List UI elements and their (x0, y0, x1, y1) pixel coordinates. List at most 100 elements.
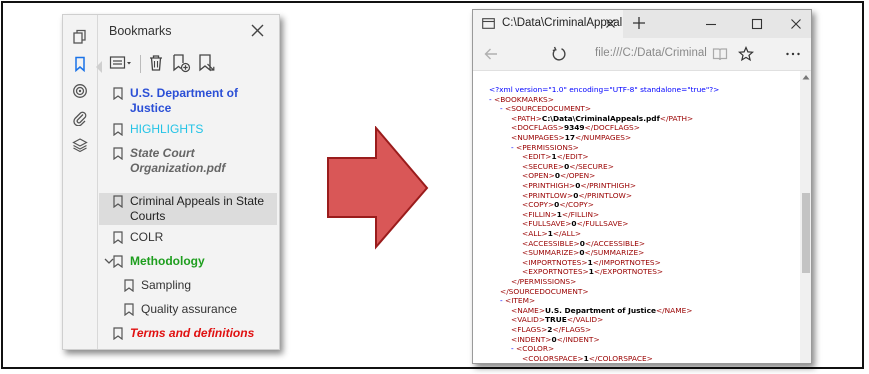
xml-line: <FILLIN>1</FILLIN> (522, 210, 599, 220)
bookmark-from-selection-icon[interactable] (197, 53, 217, 73)
xml-line: <SECURE>0</SECURE> (522, 162, 614, 172)
title-bar: C:\Data\CriminalAppeal (473, 10, 811, 38)
bookmark-item[interactable]: Methodology (99, 253, 277, 273)
bookmark-item[interactable]: COLR (99, 229, 277, 249)
xml-tag: </PATH> (659, 113, 694, 123)
bookmark-item[interactable]: Criminal Appeals in State Courts (99, 193, 277, 225)
page-tab-icon (482, 18, 495, 29)
xml-line: <FLAGS>2</FLAGS> (511, 325, 591, 335)
back-arrow-icon[interactable] (483, 46, 499, 62)
xml-tag: <FILLIN> (522, 209, 557, 219)
bookmark-label: Sampling (141, 278, 192, 292)
xml-line: <NAME>U.S. Department of Justice</NAME> (511, 306, 692, 316)
xml-line: <?xml version="1.0" encoding="UTF-8" sta… (489, 85, 719, 95)
xml-line: <EXPORTNOTES>1</EXPORTNOTES> (522, 267, 663, 277)
xml-tag: <SECURE> (522, 161, 565, 171)
new-bookmark-icon[interactable] (171, 53, 191, 73)
xml-value: C:\Data\CriminalAppeals.pdf (541, 113, 660, 123)
bookmark-ribbon-icon (113, 123, 123, 136)
xml-line: <ACCESSIBLE>0</ACCESSIBLE> (522, 239, 645, 249)
xml-tag: <VALID> (511, 315, 546, 325)
xml-line: </SOURCEDOCUMENT> (500, 287, 589, 297)
xml-tag: </ACCESSIBLE> (584, 238, 646, 248)
delete-icon[interactable] (147, 53, 165, 73)
browser-window: C:\Data\CriminalAppeal file:///C:/Data/C… (472, 9, 812, 364)
bookmark-label: Methodology (130, 254, 205, 268)
xml-marker: <?xml version="1.0" encoding="UTF-8" sta… (489, 85, 720, 94)
xml-tag: <COLORSPACE> (522, 353, 584, 363)
scroll-up-icon[interactable] (802, 74, 810, 80)
target-icon[interactable] (72, 83, 88, 99)
xml-tag: </COMPONENT0> (613, 363, 680, 364)
bookmark-label: Criminal Appeals in State Courts (130, 194, 265, 223)
bookmarks-toolbar (107, 51, 279, 75)
xml-tag: </PERMISSIONS> (511, 277, 577, 286)
xml-line: - <BOOKMARKS> (489, 95, 554, 105)
xml-line: - <SOURCEDOCUMENT> (500, 104, 591, 114)
xml-tag: </INDENT> (556, 334, 600, 344)
bookmark-label: U.S. Department of Justice (130, 86, 239, 115)
xml-line: - <COLOR> (511, 344, 554, 354)
xml-tag: </NAME> (655, 305, 693, 315)
layers-icon[interactable] (72, 137, 88, 153)
xml-tag: </VALID> (566, 315, 604, 325)
navigation-bar: file:///C:/Data/Criminal (473, 38, 811, 71)
window-close-icon[interactable] (790, 18, 802, 30)
xml-line: <DOCFLAGS>9349</DOCFLAGS> (511, 123, 640, 133)
bookmark-item[interactable]: Quality assurance (99, 301, 277, 321)
xml-tag: </SUMMARIZE> (584, 248, 645, 258)
browser-tab[interactable]: C:\Data\CriminalAppeal (473, 10, 623, 38)
bookmark-item[interactable]: Sampling (99, 277, 277, 297)
xml-tag: <ALL> (522, 229, 548, 238)
xml-tag: <PATH> (511, 113, 542, 123)
address-bar[interactable]: file:///C:/Data/Criminal (595, 47, 707, 59)
options-menu-icon[interactable] (109, 53, 133, 73)
xml-tag: </ALL> (552, 229, 582, 238)
xml-value: 17 (564, 133, 575, 142)
bookmarks-panel: Bookmarks U.S. Department of Justice HIGH… (62, 14, 280, 350)
bookmark-ribbon-icon (124, 303, 134, 316)
bookmark-label: State Court Organization.pdf (130, 146, 226, 175)
xml-tag: </EXPORTNOTES> (593, 267, 664, 277)
xml-tag: </DOCFLAGS> (584, 123, 640, 133)
maximize-icon[interactable] (751, 18, 763, 30)
bookmark-item[interactable]: HIGHLIGHTS (99, 121, 277, 141)
xml-tag: <DOCFLAGS> (511, 123, 564, 133)
xml-value: 9349 (563, 123, 585, 133)
new-tab-icon[interactable] (632, 16, 646, 30)
bookmark-ribbon-icon (113, 147, 123, 160)
xml-tag: </SOURCEDOCUMENT> (500, 286, 589, 296)
favorite-star-icon[interactable] (738, 46, 754, 62)
xml-tag: <NUMPAGES> (511, 133, 565, 142)
tab-close-icon[interactable] (605, 18, 616, 29)
paperclip-icon[interactable] (72, 110, 88, 126)
xml-value: TRUE (545, 315, 567, 325)
xml-line: <NUMPAGES>17</NUMPAGES> (511, 133, 631, 143)
bookmark-item[interactable]: State Court Organization.pdf (99, 145, 277, 179)
scrollbar-thumb[interactable] (802, 193, 810, 273)
xml-line: <IMPORTNOTES>1</IMPORTNOTES> (522, 258, 661, 268)
close-icon[interactable] (250, 23, 265, 38)
xml-line: <PRINTLOW>0</PRINTLOW> (522, 191, 632, 201)
vertical-scrollbar[interactable] (800, 71, 811, 363)
refresh-icon[interactable] (551, 46, 567, 62)
right-arrow-graphic (327, 126, 429, 250)
bookmark-label: Quality assurance (141, 302, 238, 316)
xml-tag: <EXPORTNOTES> (522, 267, 589, 277)
bookmark-item[interactable]: U.S. Department of Justice (99, 85, 277, 119)
more-menu-icon[interactable] (785, 46, 801, 62)
xml-line: <PRINTHIGH>0</PRINTHIGH> (522, 181, 636, 191)
xml-tag: <COLOR> (516, 344, 555, 354)
pages-icon[interactable] (72, 29, 88, 45)
bookmark-ribbon-icon (113, 327, 123, 340)
xml-tag: <SOURCEDOCUMENT> (505, 104, 592, 114)
bookmark-icon[interactable] (72, 56, 88, 72)
reading-view-icon[interactable] (712, 46, 728, 62)
bookmark-item[interactable]: Tables and Figures (99, 349, 277, 350)
bookmark-label: COLR (130, 230, 164, 244)
xml-tag: <PRINTHIGH> (522, 181, 576, 190)
xml-tag: <PRINTLOW> (522, 190, 574, 200)
bookmark-item[interactable]: Terms and definitions (99, 325, 277, 345)
xml-tag: <INDENT> (511, 334, 552, 344)
minimize-icon[interactable] (705, 18, 717, 30)
